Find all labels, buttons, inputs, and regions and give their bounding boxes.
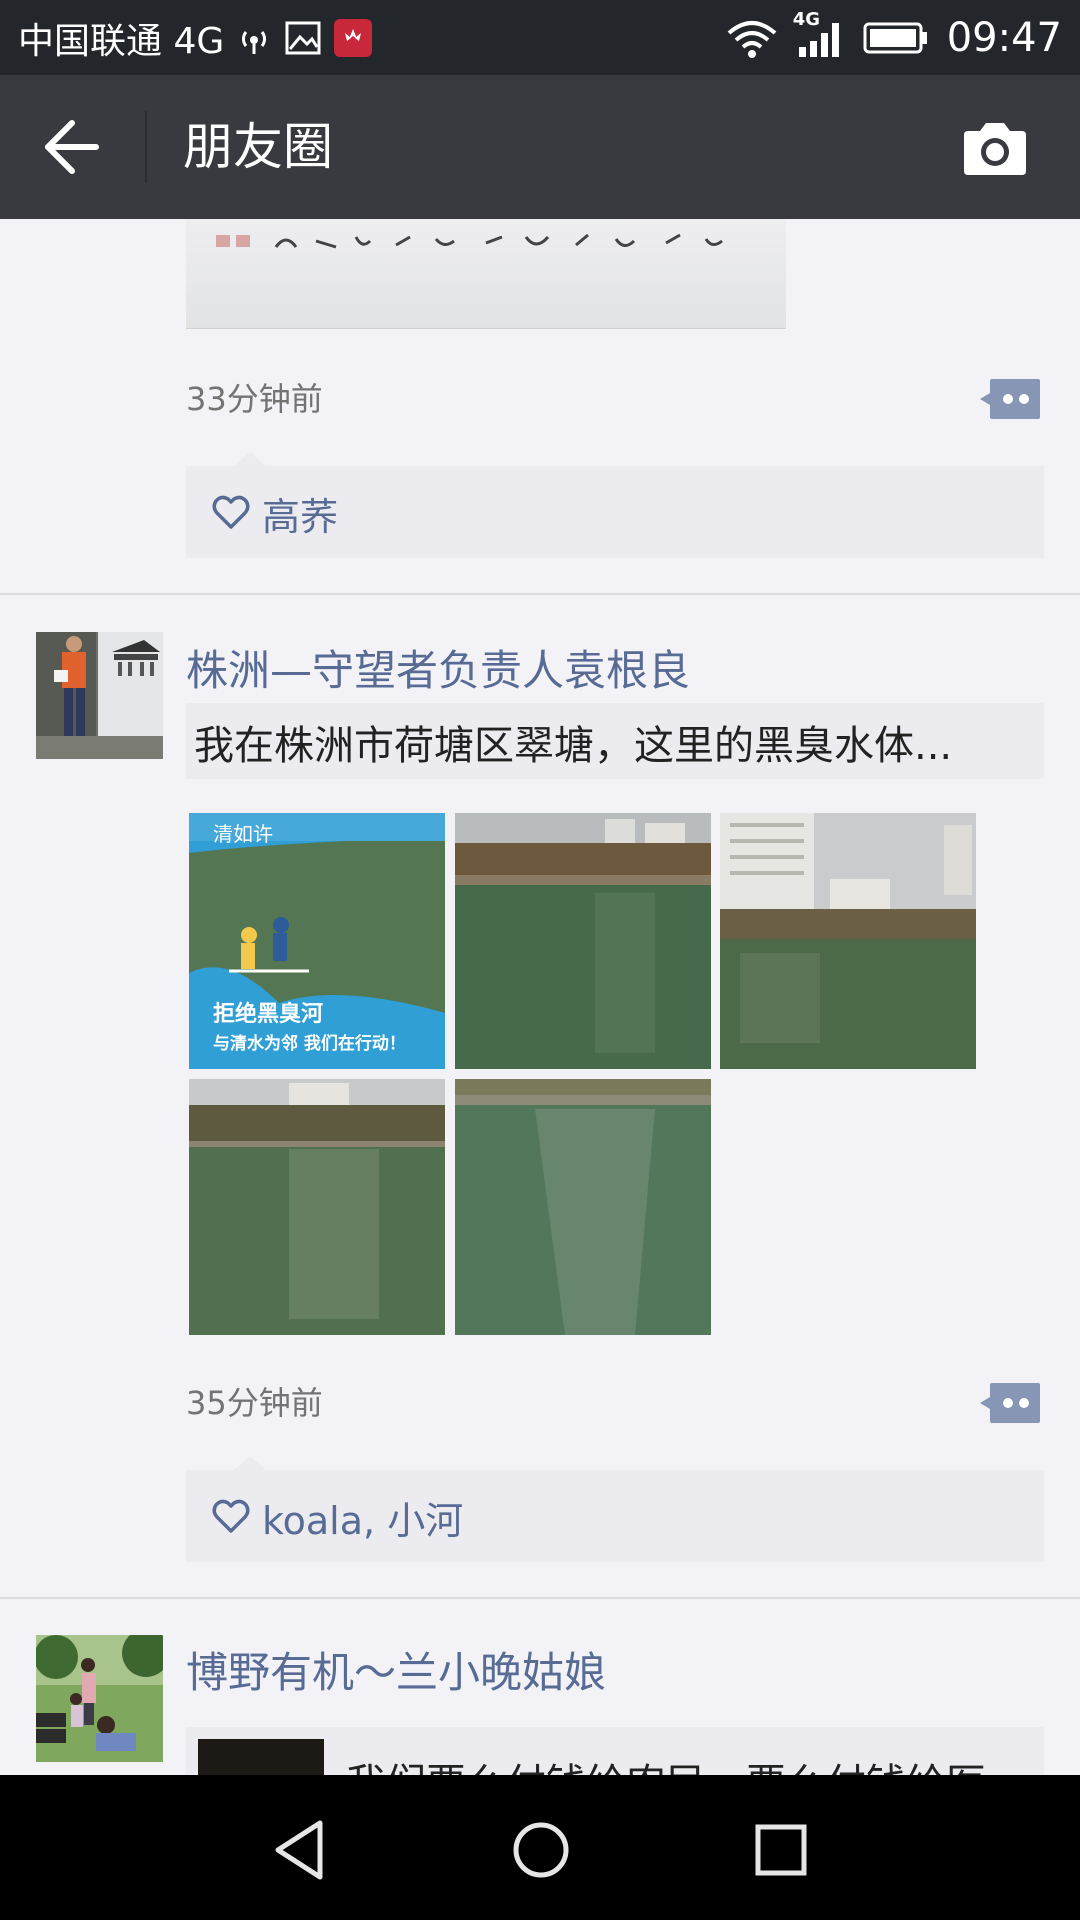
likes-names[interactable]: 高荞	[262, 486, 338, 541]
title-divider	[145, 111, 147, 183]
back-button[interactable]	[38, 115, 108, 179]
system-nav-bar	[0, 1775, 1080, 1920]
nav-home-button[interactable]	[506, 1815, 576, 1885]
circle-home-icon	[513, 1822, 569, 1878]
poster-slogan: 拒绝黑臭河	[213, 1001, 323, 1027]
post-author[interactable]: 株洲—守望者负责人袁根良	[186, 637, 690, 698]
post-photo[interactable]	[455, 1079, 711, 1335]
nav-recents-button[interactable]	[746, 1815, 816, 1885]
gallery-icon	[284, 19, 322, 57]
status-bar: 中国联通 4G 4G 09:47	[0, 0, 1080, 75]
clock: 09:47	[946, 14, 1062, 61]
hotspot-icon	[236, 20, 272, 56]
battery-icon	[863, 21, 929, 55]
post-time: 35分钟前	[186, 1384, 323, 1422]
post-divider	[0, 1597, 1080, 1599]
shared-link-thumbnail	[198, 1739, 324, 1775]
post-photo[interactable]	[455, 813, 711, 1069]
cellular-signal-icon: 4G	[793, 9, 845, 59]
camera-button[interactable]	[960, 121, 1030, 177]
comment-button[interactable]	[978, 1381, 1042, 1425]
square-recents-icon	[755, 1824, 807, 1876]
calligraphy-image	[216, 233, 723, 249]
heart-icon	[212, 1499, 250, 1533]
post-photo[interactable]	[720, 813, 976, 1069]
likes-pointer	[234, 452, 266, 466]
page-title: 朋友圈	[183, 118, 333, 176]
post-photo[interactable]: 清如许 拒绝黑臭河 与清水为邻 我们在行动！	[189, 813, 445, 1069]
post-photo[interactable]	[189, 1079, 445, 1335]
shared-link-title: 我在株洲市荷塘区翠塘，这里的黑臭水体...	[194, 723, 953, 769]
network-type-label: 4G	[792, 8, 821, 30]
back-arrow-icon	[45, 120, 99, 174]
likes-names[interactable]: koala, 小河	[262, 1490, 463, 1545]
comment-icon	[980, 379, 1040, 419]
post-time: 33分钟前	[186, 380, 323, 418]
shared-link-card[interactable]: 我在株洲市荷塘区翠塘，这里的黑臭水体...	[186, 703, 1044, 779]
post-image[interactable]	[186, 219, 786, 329]
shared-link-card[interactable]: 我们要么付钱给农民，要么付钱给医	[186, 1727, 1044, 1775]
likes-panel: koala, 小河	[186, 1456, 1044, 1562]
camera-icon	[964, 123, 1026, 175]
wifi-icon	[725, 17, 779, 59]
poster-title: 清如许	[213, 822, 273, 846]
comment-button[interactable]	[978, 377, 1042, 421]
post-divider	[0, 593, 1080, 595]
avatar[interactable]	[36, 1635, 163, 1762]
post-author[interactable]: 博野有机～兰小晚姑娘	[186, 1639, 606, 1700]
title-bar: 朋友圈	[0, 75, 1080, 219]
carrier-label: 中国联通 4G	[18, 20, 225, 62]
triangle-back-icon	[275, 1820, 323, 1880]
moments-feed[interactable]: 33分钟前 高荞 株洲—守望者负责人袁根良 我在株洲市荷塘区翠塘，这里的黑臭水体…	[0, 219, 1080, 1775]
avatar[interactable]	[36, 632, 163, 759]
huawei-app-icon	[334, 18, 373, 57]
heart-icon	[212, 495, 250, 529]
nav-back-button[interactable]	[266, 1815, 336, 1885]
comment-icon	[980, 1383, 1040, 1423]
likes-pointer	[234, 1456, 266, 1470]
shared-link-title: 我们要么付钱给农民，要么付钱给医	[346, 1751, 1026, 1775]
likes-panel: 高荞	[186, 452, 1044, 558]
poster-subtitle: 与清水为邻 我们在行动！	[213, 1033, 406, 1054]
